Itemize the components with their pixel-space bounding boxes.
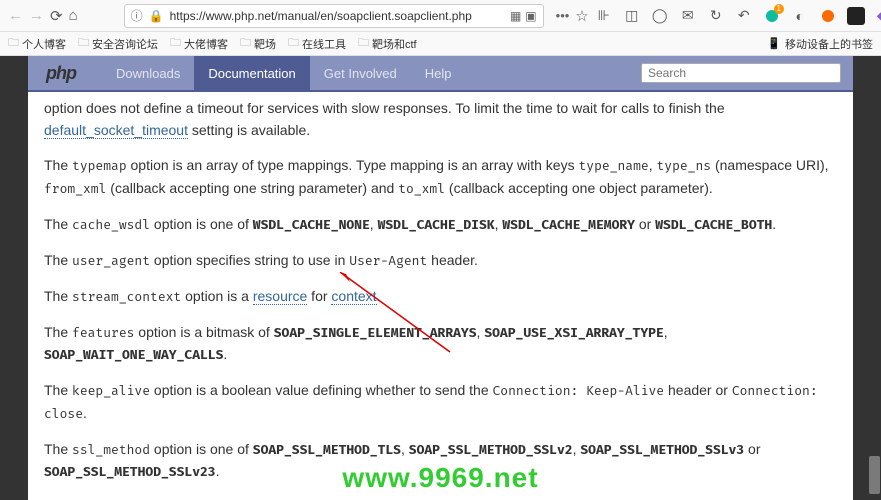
ext-orange-icon[interactable]	[819, 7, 837, 25]
paragraph: The stream_context option is a resource …	[44, 286, 837, 308]
ext-teal-icon[interactable]: 1	[763, 7, 781, 25]
bookmark-item[interactable]: 🗀安全咨询论坛	[78, 34, 158, 53]
bookmark-item[interactable]: 🗀靶场	[240, 34, 276, 53]
scrollbar-thumb[interactable]	[869, 456, 880, 494]
folder-icon: 🗀	[240, 34, 251, 53]
nav-documentation[interactable]: Documentation	[194, 56, 309, 90]
url-bar[interactable]: ⓘ 🔒 https://www.php.net/manual/en/soapcl…	[124, 4, 544, 28]
folder-icon: 🗀	[78, 34, 89, 53]
nav-get-involved[interactable]: Get Involved	[310, 56, 411, 90]
link-resource[interactable]: resource	[253, 288, 307, 305]
site-search	[641, 63, 841, 83]
mobile-icon: 📱	[767, 37, 781, 50]
php-logo[interactable]: php	[46, 63, 76, 84]
folder-icon: 🗀	[288, 34, 299, 53]
folder-icon: 🗀	[8, 34, 19, 53]
folder-icon: 🗀	[170, 34, 181, 53]
chat-icon[interactable]: ✉	[679, 7, 697, 25]
mobile-bookmarks[interactable]: 📱移动设备上的书签	[767, 36, 873, 52]
paragraph: The cache_wsdl option is one of WSDL_CAC…	[44, 214, 837, 236]
account-icon[interactable]: ◯	[651, 7, 669, 25]
library-icon[interactable]: ⊪	[595, 7, 613, 25]
nav-help[interactable]: Help	[411, 56, 466, 90]
bookmark-item[interactable]: 🗀在线工具	[288, 34, 346, 53]
nav-downloads[interactable]: Downloads	[102, 56, 194, 90]
paragraph: The typemap option is an array of type m…	[44, 155, 837, 199]
paragraph: The ssl_method option is one of SOAP_SSL…	[44, 439, 837, 483]
bookmark-item[interactable]: 🗀靶场和ctf	[358, 34, 417, 53]
paragraph: The keep_alive option is a boolean value…	[44, 380, 837, 424]
paragraph: The features option is a bitmask of SOAP…	[44, 322, 837, 366]
paragraph: option does not define a timeout for ser…	[44, 98, 837, 141]
paragraph: The user_agent option specifies string t…	[44, 250, 837, 272]
bookmark-item[interactable]: 🗀个人博客	[8, 34, 66, 53]
link-context[interactable]: context	[331, 288, 376, 305]
sidebar-icon[interactable]: ◫	[623, 7, 641, 25]
home-button[interactable]: ⌂	[69, 5, 78, 27]
ext-dark-icon[interactable]	[847, 7, 865, 25]
back-button[interactable]: ←	[8, 5, 23, 27]
page-actions-icon[interactable]: •••	[556, 8, 570, 23]
extension-icons: ⊪ ◫ ◯ ✉ ↻ ↶ 1 ◐ ◆5 ≡	[595, 7, 881, 25]
bookmark-item[interactable]: 🗀大佬博客	[170, 34, 228, 53]
site-header: php Downloads Documentation Get Involved…	[28, 56, 853, 90]
reader-icon[interactable]: ▣	[525, 9, 536, 23]
scrollbar[interactable]	[868, 56, 881, 500]
refresh-ext-icon[interactable]: ↻	[707, 7, 725, 25]
folder-icon: 🗀	[358, 34, 369, 53]
lock-icon: 🔒	[149, 9, 164, 23]
search-input[interactable]	[641, 63, 841, 83]
ext-purple-icon[interactable]: ◆5	[875, 7, 881, 25]
undo-icon[interactable]: ↶	[735, 7, 753, 25]
doc-content: option does not define a timeout for ser…	[28, 92, 853, 500]
reload-button[interactable]: ⟳	[50, 5, 63, 27]
privacy-icon[interactable]: ◐	[791, 7, 809, 25]
bookmark-bar: 🗀个人博客 🗀安全咨询论坛 🗀大佬博客 🗀靶场 🗀在线工具 🗀靶场和ctf 📱移…	[0, 32, 881, 56]
main-nav: Downloads Documentation Get Involved Hel…	[102, 56, 466, 90]
bookmark-star-icon[interactable]: ☆	[575, 5, 588, 27]
forward-button[interactable]: →	[29, 5, 44, 27]
shield-icon: ⓘ	[131, 7, 143, 24]
link-default-socket-timeout[interactable]: default_socket_timeout	[44, 122, 188, 139]
url-text: https://www.php.net/manual/en/soapclient…	[170, 9, 504, 23]
qr-icon[interactable]: ▦	[510, 9, 521, 23]
page-viewport: php Downloads Documentation Get Involved…	[0, 56, 881, 500]
browser-toolbar: ← → ⟳ ⌂ ⓘ 🔒 https://www.php.net/manual/e…	[0, 0, 881, 32]
